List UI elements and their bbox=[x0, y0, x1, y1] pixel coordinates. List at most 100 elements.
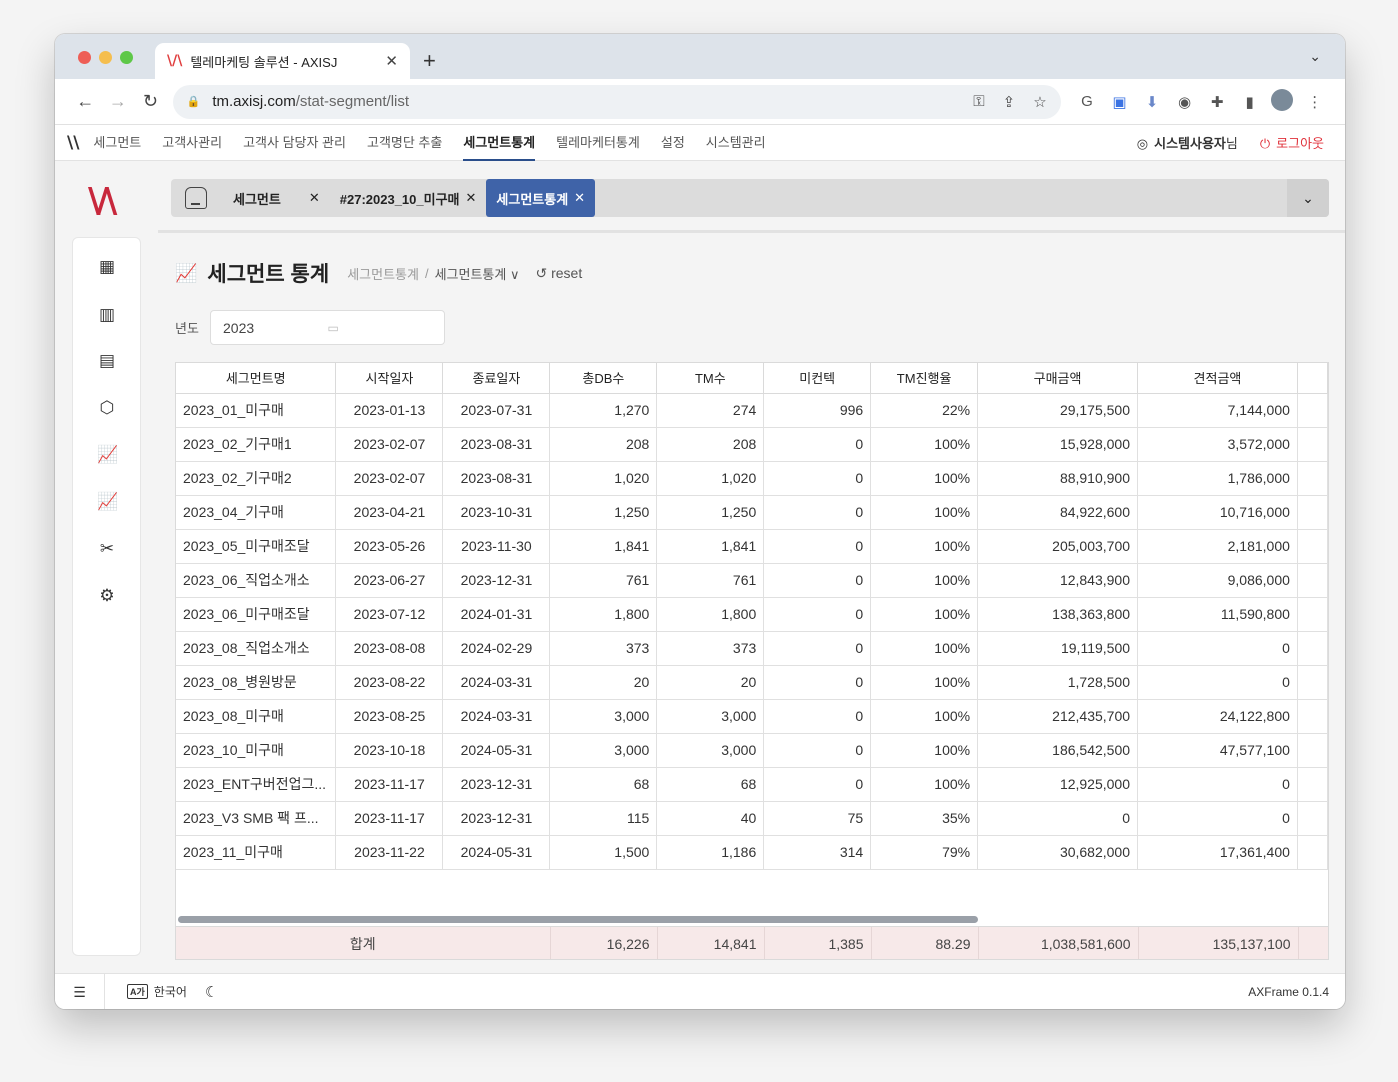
table-cell: 75 bbox=[763, 801, 872, 836]
building-icon[interactable]: ▥ bbox=[97, 305, 117, 325]
menu-item-system[interactable]: 시스템관리 bbox=[706, 125, 766, 161]
table-row[interactable]: 2023_06_미구매조달 2023-07-12 2024-01-31 1,800 1,… bbox=[176, 597, 1328, 632]
maximize-window-button[interactable] bbox=[120, 51, 133, 64]
horizontal-scrollbar[interactable] bbox=[178, 916, 978, 923]
close-tab-icon[interactable]: ✕ bbox=[385, 52, 398, 70]
table-cell: 2023_ENT구버전업그... bbox=[176, 767, 337, 802]
tools-icon[interactable]: ✂ bbox=[97, 539, 117, 559]
app-logo-icon[interactable]: \\ bbox=[67, 133, 79, 153]
table-row[interactable]: 2023_08_직업소개소 2023-08-08 2024-02-29 373 373 0… bbox=[176, 631, 1328, 666]
breadcrumb-dropdown[interactable]: 세그먼트통계 ∨ bbox=[435, 264, 520, 283]
close-window-button[interactable] bbox=[78, 51, 91, 64]
table-row[interactable]: 2023_08_병원방문 2023-08-22 2024-03-31 20 20 0 100… bbox=[176, 665, 1328, 700]
table-cell: 373 bbox=[549, 631, 658, 666]
logout-button[interactable]: ⏻ 로그아웃 bbox=[1260, 133, 1324, 152]
translate-icon[interactable]: ▣ bbox=[1103, 93, 1136, 111]
forward-arrow-icon[interactable]: → bbox=[102, 91, 135, 112]
more-menu-icon[interactable]: ⋮ bbox=[1298, 93, 1331, 111]
column-header[interactable]: 미컨텍 bbox=[763, 363, 872, 394]
menu-item-customer[interactable]: 고객사관리 bbox=[162, 125, 222, 161]
table-cell: 2023-10-18 bbox=[335, 733, 444, 768]
minimize-window-button[interactable] bbox=[99, 51, 112, 64]
total-cell: 135,137,100 bbox=[1138, 927, 1299, 959]
menu-item-settings[interactable]: 설정 bbox=[661, 125, 685, 161]
key-icon[interactable]: ⚿ bbox=[973, 93, 984, 110]
calendar-window-icon[interactable]: ▦ bbox=[97, 257, 117, 277]
contacts-icon[interactable]: ▤ bbox=[97, 351, 117, 371]
menu-item-customer-manager[interactable]: 고객사 담당자 관리 bbox=[243, 125, 346, 161]
reset-button[interactable]: ↺ reset bbox=[535, 265, 582, 282]
user-name[interactable]: ◎ 시스템사용자님 bbox=[1137, 133, 1238, 152]
tab-segment-detail[interactable]: #27:2023_10_미구매 ✕ bbox=[330, 179, 487, 217]
close-tab-icon[interactable]: ✕ bbox=[466, 190, 477, 206]
column-header[interactable]: 견적금액 bbox=[1137, 363, 1298, 394]
table-cell: 0 bbox=[763, 495, 872, 530]
year-picker[interactable]: 2023 ▭ bbox=[210, 310, 445, 345]
table-row[interactable]: 2023_04_기구매 2023-04-21 2023-10-31 1,250 1,25… bbox=[176, 495, 1328, 530]
tab-segment-stats[interactable]: 세그먼트통계 ✕ bbox=[486, 179, 596, 217]
menu-item-extract[interactable]: 고객명단 추출 bbox=[367, 125, 442, 161]
download-icon[interactable]: ⬇ bbox=[1136, 93, 1169, 111]
sidepanel-icon[interactable]: ▮ bbox=[1233, 93, 1266, 111]
back-arrow-icon[interactable]: ← bbox=[69, 91, 102, 112]
menu-item-tm-stats[interactable]: 텔레마케터통계 bbox=[556, 125, 640, 161]
extensions-icon[interactable]: ✚ bbox=[1201, 93, 1234, 111]
close-tab-icon[interactable]: ✕ bbox=[574, 190, 585, 206]
tab-segment[interactable]: 세그먼트 ✕ bbox=[175, 179, 330, 217]
cube-icon[interactable]: ⬡ bbox=[97, 398, 117, 418]
menu-toggle-icon[interactable]: ☰ bbox=[55, 973, 105, 1009]
table-cell: 1,800 bbox=[549, 597, 658, 632]
screenshot-icon[interactable]: ◉ bbox=[1168, 93, 1201, 111]
table-cell: 996 bbox=[763, 393, 872, 428]
column-header[interactable]: TM진행율 bbox=[870, 363, 979, 394]
new-tab-button[interactable]: + bbox=[423, 48, 436, 74]
home-icon[interactable] bbox=[185, 187, 207, 209]
table-row[interactable]: 2023_11_미구매 2023-11-22 2024-05-31 1,500 1,18… bbox=[176, 835, 1328, 870]
table-row[interactable]: 2023_05_미구매조달 2023-05-26 2023-11-30 1,841 1,… bbox=[176, 529, 1328, 564]
column-header[interactable]: 종료일자 bbox=[442, 363, 551, 394]
chart-up-icon[interactable]: 📈 bbox=[97, 492, 118, 512]
table-cell: 1,800 bbox=[656, 597, 765, 632]
column-header[interactable]: 총DB수 bbox=[549, 363, 658, 394]
table-row[interactable]: 2023_10_미구매 2023-10-18 2024-05-31 3,000 3,00… bbox=[176, 733, 1328, 768]
table-cell: 84,922,600 bbox=[977, 495, 1139, 530]
chart-icon[interactable]: 📈 bbox=[97, 445, 118, 465]
table-row[interactable]: 2023_02_기구매2 2023-02-07 2023-08-31 1,020 1,0… bbox=[176, 461, 1328, 496]
table-cell: 1,250 bbox=[656, 495, 765, 530]
menu-item-segment[interactable]: 세그먼트 bbox=[93, 125, 141, 161]
column-header[interactable]: 구매금액 bbox=[977, 363, 1139, 394]
share-icon[interactable]: ⇪ bbox=[1003, 93, 1016, 111]
url-input[interactable]: 🔒 tm.axisj.com/stat-segment/list ⚿ ⇪ ☆ bbox=[172, 84, 1061, 119]
table-row[interactable]: 2023_01_미구매 2023-01-13 2023-07-31 1,270 274 9… bbox=[176, 393, 1328, 428]
close-tab-icon[interactable]: ✕ bbox=[309, 190, 320, 206]
table-cell: 1,020 bbox=[656, 461, 765, 496]
table-row[interactable]: 2023_02_기구매1 2023-02-07 2023-08-31 208 208 0 1… bbox=[176, 427, 1328, 462]
theme-toggle-icon[interactable]: ☾ bbox=[205, 983, 218, 1001]
column-header[interactable]: 시작일자 bbox=[335, 363, 444, 394]
table-cell: 100% bbox=[870, 699, 979, 734]
gear-icon[interactable]: ⚙ bbox=[97, 586, 117, 606]
star-icon[interactable]: ☆ bbox=[1033, 93, 1046, 111]
profile-avatar[interactable] bbox=[1266, 88, 1299, 115]
browser-tab[interactable]: \/\ 텔레마케팅 솔루션 - AXISJ ✕ bbox=[155, 43, 410, 79]
column-header[interactable]: TM수 bbox=[656, 363, 765, 394]
language-selector[interactable]: A가 한국어 bbox=[127, 983, 187, 1000]
menu-item-segment-stats[interactable]: 세그먼트통계 bbox=[463, 125, 536, 161]
google-icon[interactable]: G bbox=[1071, 93, 1104, 110]
tabs-dropdown-chevron-icon[interactable]: ⌄ bbox=[1287, 179, 1329, 217]
table-row[interactable]: 2023_ENT구버전업그... 2023-11-17 2023-12-31 68 68… bbox=[176, 767, 1328, 802]
table-cell: 100% bbox=[870, 631, 979, 666]
breadcrumb-item[interactable]: 세그먼트통계 bbox=[347, 264, 419, 283]
table-row[interactable]: 2023_08_미구매 2023-08-25 2024-03-31 3,000 3,00… bbox=[176, 699, 1328, 734]
reload-icon[interactable]: ↻ bbox=[134, 91, 167, 112]
brand-logo[interactable]: \/\ bbox=[88, 181, 117, 221]
language-icon: A가 bbox=[127, 984, 148, 999]
column-header[interactable]: 세그먼트명 bbox=[176, 363, 337, 394]
tab-search-chevron-icon[interactable]: ⌄ bbox=[1309, 48, 1321, 65]
divider bbox=[158, 230, 1345, 233]
table-row[interactable]: 2023_V3 SMB 팩 프... 2023-11-17 2023-12-31 11… bbox=[176, 801, 1328, 836]
table-cell: 2024-03-31 bbox=[442, 699, 551, 734]
table-row[interactable]: 2023_06_직업소개소 2023-06-27 2023-12-31 761 761 0… bbox=[176, 563, 1328, 598]
table-cell: 373 bbox=[656, 631, 765, 666]
window-controls bbox=[78, 51, 133, 64]
